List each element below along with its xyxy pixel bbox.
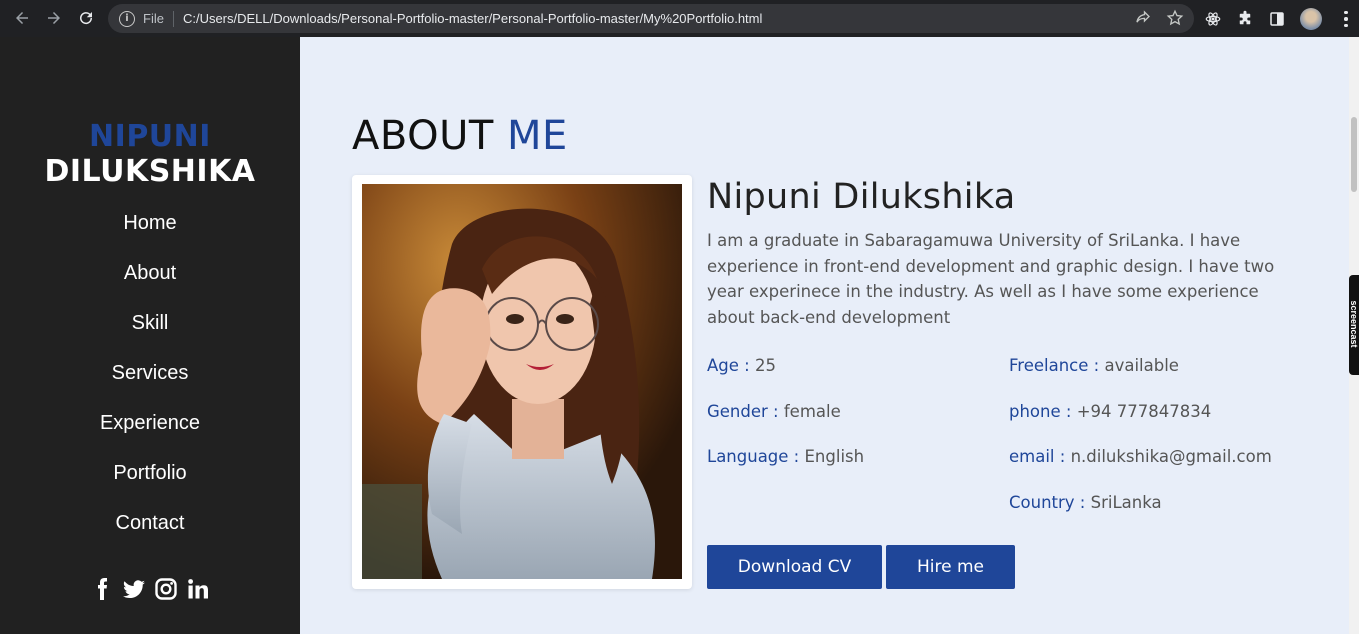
file-scheme-label: File xyxy=(143,11,164,26)
profile-photo-card xyxy=(352,175,692,589)
url-text[interactable]: C:/Users/DELL/Downloads/Personal-Portfol… xyxy=(183,11,762,26)
detail-value: n.dilukshika@gmail.com xyxy=(1070,447,1272,466)
info-icon[interactable]: i xyxy=(119,10,135,27)
detail-value: +94 777847834 xyxy=(1076,402,1212,421)
detail-language: Language : English xyxy=(707,447,864,466)
profile-avatar[interactable] xyxy=(1300,8,1322,30)
share-icon[interactable] xyxy=(1134,9,1152,27)
portrait-illustration xyxy=(362,184,682,579)
reload-button[interactable] xyxy=(70,2,102,34)
detail-separator: : xyxy=(1060,402,1077,421)
bookmark-star-icon[interactable] xyxy=(1166,9,1184,27)
facebook-icon[interactable] xyxy=(89,575,115,603)
omnibox-divider xyxy=(172,10,174,27)
social-links xyxy=(0,575,300,603)
side-panel-icon[interactable] xyxy=(1268,10,1286,28)
detail-phone: phone : +94 777847834 xyxy=(1009,402,1211,421)
detail-separator: : xyxy=(738,356,755,375)
address-bar[interactable]: i File C:/Users/DELL/Downloads/Personal-… xyxy=(108,4,1194,33)
main-content: ABOUT ME Nipuni Dilukshika I am a gradua… xyxy=(300,37,1349,634)
profile-photo xyxy=(362,184,682,579)
nav-link-about[interactable]: About xyxy=(0,262,300,312)
screencast-extension-tab[interactable]: screencast xyxy=(1349,275,1359,375)
extensions-puzzle-icon[interactable] xyxy=(1236,10,1254,28)
section-title-accent: ME xyxy=(507,113,568,159)
arrow-left-icon xyxy=(16,12,28,24)
section-title: ABOUT ME xyxy=(352,113,568,159)
brand-first-name: NIPUNI xyxy=(89,119,211,154)
hire-me-button[interactable]: Hire me xyxy=(886,545,1015,589)
instagram-icon[interactable] xyxy=(153,575,179,603)
nav-link-skill[interactable]: Skill xyxy=(0,312,300,362)
back-button[interactable] xyxy=(6,2,38,34)
download-cv-button[interactable]: Download CV xyxy=(707,545,882,589)
arrow-right-icon xyxy=(48,12,60,24)
nav-link-services[interactable]: Services xyxy=(0,362,300,412)
section-title-main: ABOUT xyxy=(352,113,494,159)
scrollbar-thumb[interactable] xyxy=(1351,117,1357,192)
twitter-icon[interactable] xyxy=(121,575,147,603)
detail-age: Age : 25 xyxy=(707,356,776,375)
profile-bio: I am a graduate in Sabaragamuwa Universi… xyxy=(707,231,1275,327)
forward-button[interactable] xyxy=(38,2,70,34)
nav-link-portfolio[interactable]: Portfolio xyxy=(0,462,300,512)
detail-separator: : xyxy=(788,447,805,466)
detail-email: email : n.dilukshika@gmail.com xyxy=(1009,447,1272,466)
nav-link-contact[interactable]: Contact xyxy=(0,512,300,562)
detail-separator: : xyxy=(1074,493,1091,512)
react-devtools-icon[interactable] xyxy=(1204,10,1222,28)
detail-freelance: Freelance : available xyxy=(1009,356,1179,375)
nav-link-home[interactable]: Home xyxy=(0,212,300,262)
detail-country: Country : SriLanka xyxy=(1009,493,1162,512)
detail-value: female xyxy=(783,402,841,421)
screencast-label: screencast xyxy=(1349,300,1359,348)
detail-separator: : xyxy=(1054,447,1071,466)
detail-value: English xyxy=(804,447,865,466)
detail-label: Country xyxy=(1009,493,1075,512)
brand-last-name: DILUKSHIKA xyxy=(44,154,256,189)
detail-value: available xyxy=(1104,356,1179,375)
browser-menu-icon[interactable] xyxy=(1344,10,1348,28)
sidebar-nav: Home About Skill Services Experience Por… xyxy=(0,212,300,562)
detail-separator: : xyxy=(767,402,784,421)
detail-label: Age xyxy=(707,356,739,375)
nav-link-experience[interactable]: Experience xyxy=(0,412,300,462)
detail-label: Language xyxy=(707,447,789,466)
detail-label: email xyxy=(1009,447,1055,466)
detail-gender: Gender : female xyxy=(707,402,841,421)
linkedin-icon[interactable] xyxy=(185,575,211,603)
detail-label: phone xyxy=(1009,402,1061,421)
detail-separator: : xyxy=(1088,356,1105,375)
sidebar: NIPUNI DILUKSHIKA Home About Skill Servi… xyxy=(0,37,300,634)
detail-value: 25 xyxy=(754,356,776,375)
detail-label: Gender xyxy=(707,402,768,421)
reload-icon xyxy=(80,12,93,25)
browser-toolbar: i File C:/Users/DELL/Downloads/Personal-… xyxy=(0,0,1359,37)
detail-label: Freelance xyxy=(1009,356,1089,375)
profile-name: Nipuni Dilukshika xyxy=(707,177,1016,217)
detail-value: SriLanka xyxy=(1090,493,1162,512)
